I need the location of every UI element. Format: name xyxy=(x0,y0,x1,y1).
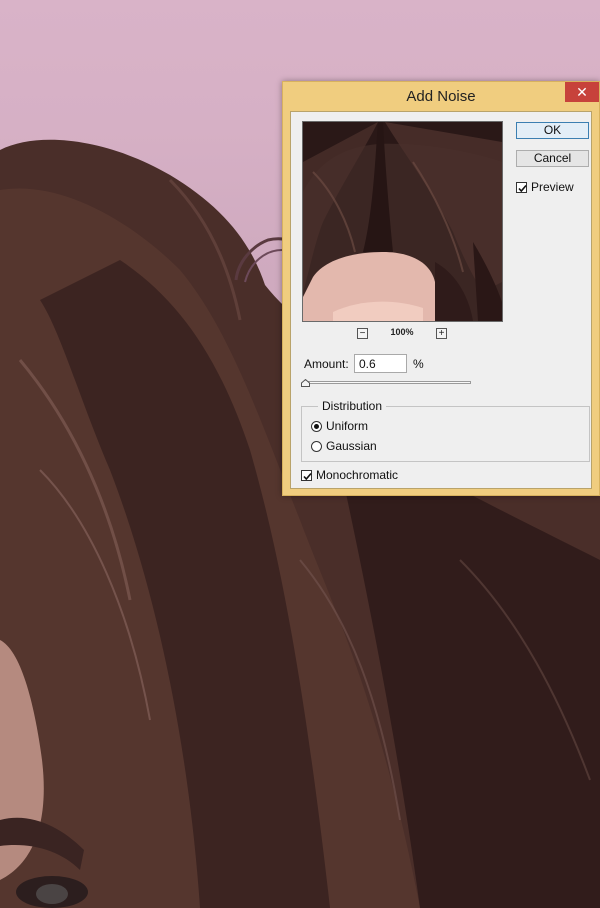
amount-slider-track[interactable] xyxy=(305,381,471,384)
gaussian-label: Gaussian xyxy=(326,439,377,453)
dialog-title: Add Noise xyxy=(406,88,476,105)
checkmark-icon xyxy=(518,184,527,193)
preview-pane[interactable] xyxy=(302,121,503,322)
close-button[interactable]: ✕ xyxy=(565,82,599,102)
preview-checkbox[interactable] xyxy=(516,182,527,193)
uniform-label: Uniform xyxy=(326,419,369,433)
zoom-out-button[interactable]: − xyxy=(357,328,368,339)
zoom-out-icon: − xyxy=(359,328,366,339)
dialog-titlebar[interactable]: Add Noise ✕ xyxy=(283,82,599,109)
distribution-group: Distribution Uniform Gaussian xyxy=(301,399,590,462)
zoom-level: 100% xyxy=(390,327,414,337)
amount-unit: % xyxy=(413,357,424,371)
close-icon: ✕ xyxy=(576,84,588,100)
distribution-title: Distribution xyxy=(318,399,387,413)
amount-slider-thumb[interactable] xyxy=(301,379,311,387)
add-noise-dialog: Add Noise ✕ − 100% + OK Cancel Preview A… xyxy=(282,81,600,496)
ok-button[interactable]: OK xyxy=(516,122,589,139)
radio-selected-dot xyxy=(314,424,319,429)
amount-label: Amount: xyxy=(304,357,349,371)
preview-label: Preview xyxy=(531,180,574,194)
dialog-body: − 100% + OK Cancel Preview Amount: % Dis… xyxy=(290,111,592,489)
zoom-in-button[interactable]: + xyxy=(436,328,447,339)
amount-input[interactable] xyxy=(354,354,407,373)
gaussian-radio[interactable] xyxy=(311,441,322,452)
uniform-radio[interactable] xyxy=(311,421,322,432)
monochromatic-label: Monochromatic xyxy=(316,468,399,482)
checkmark-icon xyxy=(303,472,312,481)
monochromatic-checkbox[interactable] xyxy=(301,470,312,481)
preview-image xyxy=(303,122,502,321)
zoom-in-icon: + xyxy=(438,328,445,339)
cancel-button[interactable]: Cancel xyxy=(516,150,589,167)
